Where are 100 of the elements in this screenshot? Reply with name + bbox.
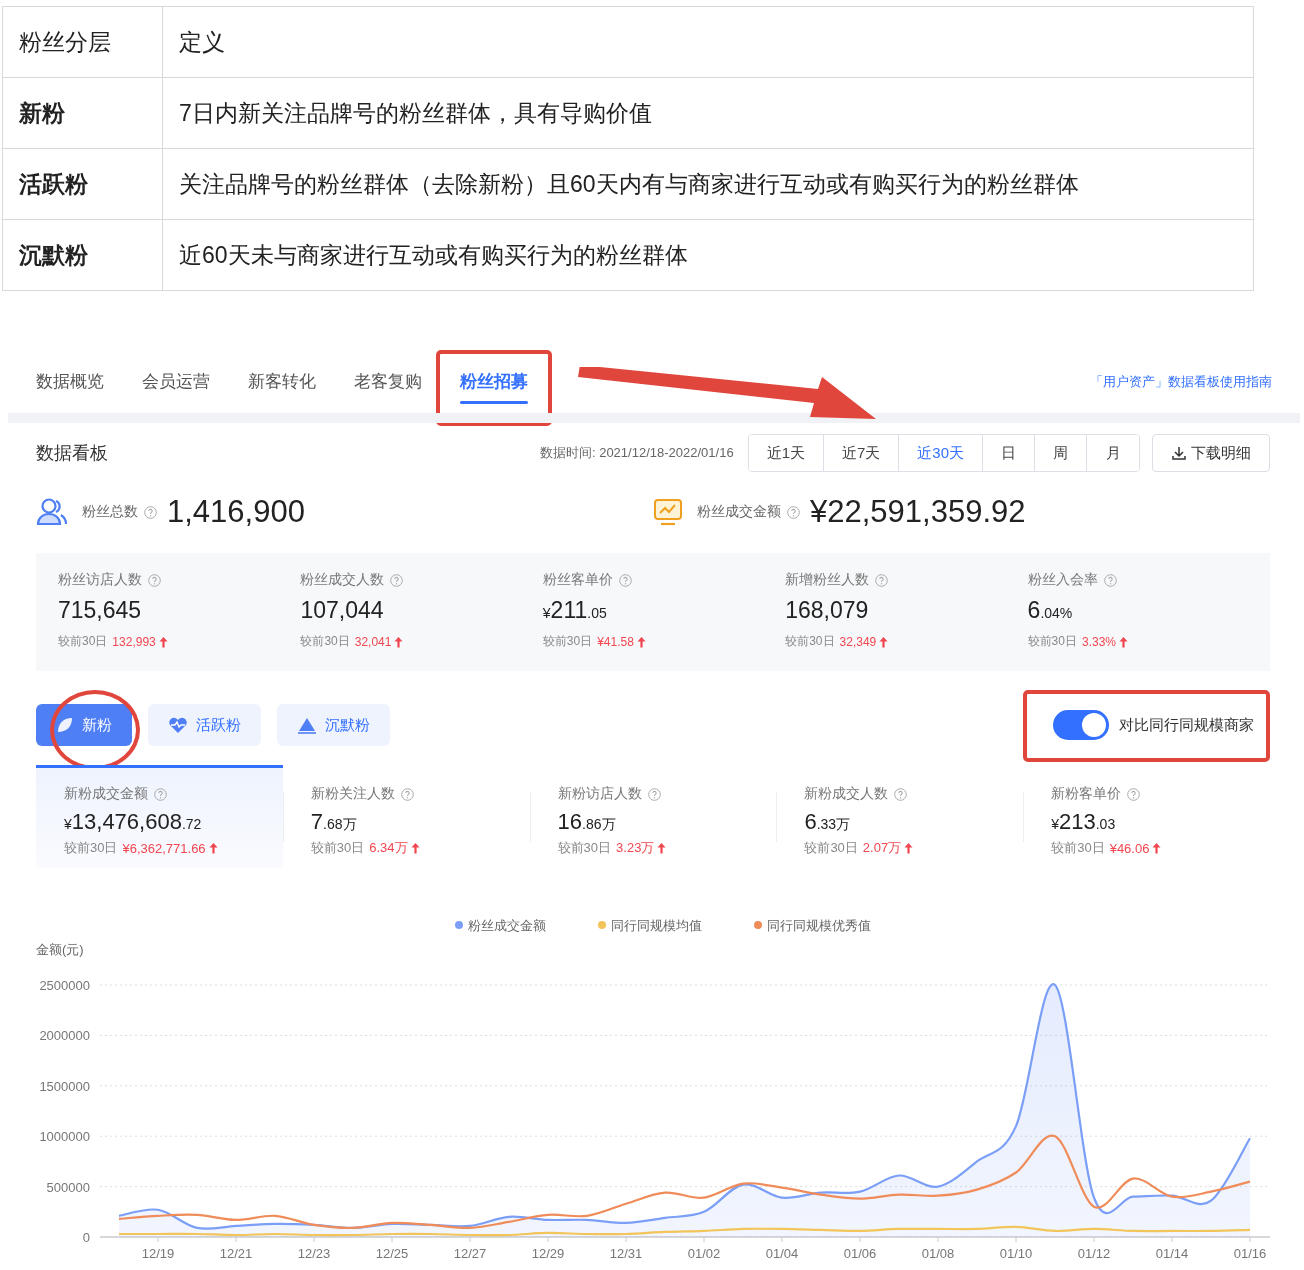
date-range-text: 数据时间: 2021/12/18-2022/01/16 bbox=[539, 444, 734, 462]
fan-metric-card[interactable]: 新粉成交金额 ¥13,476,608.72 较前30日 ¥6,362,771.66 bbox=[36, 765, 283, 868]
help-icon[interactable] bbox=[875, 573, 889, 587]
download-button[interactable]: 下载明细 bbox=[1152, 434, 1270, 472]
segment-tab[interactable]: 活跃粉 bbox=[148, 704, 261, 746]
table-cell: 7日内新关注品牌号的粉丝群体，具有导购价值 bbox=[162, 77, 1254, 149]
change-value: ¥41.58 bbox=[597, 634, 634, 649]
metric-label: 粉丝客单价 bbox=[542, 571, 613, 589]
metric-label: 粉丝成交人数 bbox=[300, 571, 385, 589]
fan-metric-card[interactable]: 新粉客单价 ¥213.03 较前30日 ¥46.06 bbox=[1023, 765, 1270, 868]
x-tick-label: 12/29 bbox=[531, 1246, 565, 1261]
y-tick-label: 0 bbox=[82, 1230, 90, 1245]
help-icon[interactable] bbox=[894, 787, 908, 801]
x-tick-label: 12/19 bbox=[141, 1246, 175, 1261]
compare-label: 较前30日 bbox=[310, 839, 365, 857]
metric-value: 16.86万 bbox=[557, 809, 617, 835]
help-icon[interactable] bbox=[144, 505, 157, 519]
metric-value: ¥213.03 bbox=[1051, 809, 1117, 835]
nav-tab[interactable]: 老客复购 bbox=[354, 352, 422, 412]
help-icon[interactable] bbox=[154, 787, 167, 801]
legend-item[interactable]: 粉丝成交金额 bbox=[455, 918, 546, 933]
y-tick-label: 500000 bbox=[46, 1179, 90, 1195]
fan-metric-card[interactable]: 新粉关注人数 7.68万 较前30日 6.34万 bbox=[282, 765, 530, 868]
compare-label: 较前30日 bbox=[785, 633, 835, 650]
x-tick-label: 01/16 bbox=[1233, 1246, 1267, 1261]
header-cell: 定义 bbox=[162, 6, 1254, 78]
help-icon[interactable] bbox=[148, 573, 161, 587]
summary-label: 粉丝总数 bbox=[82, 503, 138, 521]
up-arrow-icon bbox=[394, 635, 404, 648]
header-cell: 粉丝分层 bbox=[2, 6, 163, 78]
nav-tab[interactable]: 数据概览 bbox=[36, 352, 104, 412]
change-value: 2.07万 bbox=[862, 839, 902, 857]
help-icon[interactable] bbox=[647, 787, 661, 801]
y-tick-label: 1000000 bbox=[39, 1129, 90, 1145]
chart-icon bbox=[653, 497, 683, 527]
legend-item[interactable]: 同行同规模优秀值 bbox=[754, 918, 871, 933]
table-cell: 活跃粉 bbox=[2, 148, 163, 220]
fan-metric-card[interactable]: 新粉访店人数 16.86万 较前30日 3.23万 bbox=[529, 765, 777, 868]
up-arrow-icon bbox=[158, 635, 168, 648]
change-value: 3.23万 bbox=[616, 839, 655, 857]
legend-item[interactable]: 同行同规模均值 bbox=[598, 918, 702, 933]
change-value: 3.33% bbox=[1081, 634, 1116, 649]
x-tick-label: 01/08 bbox=[921, 1246, 955, 1261]
table-cell: 关注品牌号的粉丝群体（去除新粉）且60天内有与商家进行互动或有购买行为的粉丝群体 bbox=[162, 148, 1254, 220]
table-cell: 沉默粉 bbox=[2, 219, 163, 291]
x-tick-label: 12/23 bbox=[297, 1246, 331, 1261]
table-cell: 新粉 bbox=[2, 77, 163, 149]
compare-label: 较前30日 bbox=[300, 633, 350, 650]
compare-label: 较前30日 bbox=[804, 839, 858, 857]
x-tick-label: 01/04 bbox=[765, 1246, 799, 1261]
guide-link[interactable]: 「用户资产」数据看板使用指南 bbox=[1090, 373, 1272, 391]
fan-metric-card[interactable]: 新粉成交人数 6.33万 较前30日 2.07万 bbox=[776, 765, 1024, 868]
change-value: 6.34万 bbox=[369, 839, 408, 857]
up-arrow-icon bbox=[636, 635, 646, 648]
heart-icon bbox=[168, 716, 188, 734]
axis-title: 金额(元) bbox=[36, 942, 84, 957]
period-option[interactable]: 近1天 bbox=[748, 435, 824, 471]
up-arrow-icon bbox=[208, 842, 218, 854]
table-cell: 近60天未与商家进行互动或有购买行为的粉丝群体 bbox=[162, 219, 1254, 291]
compare-label: 较前30日 bbox=[64, 839, 118, 857]
summary-label: 粉丝成交金额 bbox=[697, 503, 781, 521]
mountain-icon bbox=[297, 716, 317, 734]
change-value: ¥6,362,771.66 bbox=[122, 840, 206, 856]
compare-label: 较前30日 bbox=[1027, 633, 1077, 650]
users-icon bbox=[36, 497, 68, 527]
up-arrow-icon bbox=[1119, 635, 1128, 648]
summary-value: ¥22,591,359.92 bbox=[810, 494, 1026, 530]
leaf-icon bbox=[56, 716, 74, 734]
metric-value: ¥13,476,608.72 bbox=[64, 809, 203, 835]
metric-value: 6.04% bbox=[1027, 597, 1074, 624]
nav-tab[interactable]: 粉丝招募 bbox=[460, 352, 528, 412]
nav-tab[interactable]: 新客转化 bbox=[248, 352, 316, 412]
metric-label: 粉丝入会率 bbox=[1027, 571, 1098, 589]
metric-value: 7.68万 bbox=[310, 809, 358, 835]
board-title: 数据看板 bbox=[36, 442, 108, 465]
help-icon[interactable] bbox=[400, 787, 414, 801]
change-value: ¥46.06 bbox=[1109, 840, 1150, 856]
up-arrow-icon bbox=[1152, 842, 1162, 854]
help-icon[interactable] bbox=[618, 573, 632, 587]
toggle-switch[interactable] bbox=[1053, 710, 1109, 740]
download-icon bbox=[1171, 445, 1187, 461]
segment-tab[interactable]: 沉默粉 bbox=[277, 704, 390, 746]
change-value: 32,041 bbox=[354, 634, 392, 649]
y-tick-label: 2500000 bbox=[39, 978, 90, 993]
nav-tab[interactable]: 会员运营 bbox=[142, 352, 210, 412]
help-icon[interactable] bbox=[390, 573, 404, 587]
metric-value: ¥211.05 bbox=[542, 597, 608, 624]
compare-label: 较前30日 bbox=[1051, 839, 1105, 857]
help-icon[interactable] bbox=[1127, 787, 1141, 801]
x-tick-label: 12/31 bbox=[609, 1246, 643, 1261]
toggle-label: 对比同行同规模商家 bbox=[1119, 715, 1254, 735]
y-tick-label: 2000000 bbox=[39, 1028, 90, 1044]
metric-label: 新粉成交金额 bbox=[64, 785, 148, 803]
up-arrow-icon bbox=[904, 842, 914, 854]
metric-value: 6.33万 bbox=[804, 809, 852, 835]
segment-tab[interactable]: 新粉 bbox=[36, 704, 132, 746]
change-value: 132,993 bbox=[112, 634, 156, 649]
help-icon[interactable] bbox=[787, 505, 800, 519]
metric-value: 168,079 bbox=[785, 597, 870, 624]
help-icon[interactable] bbox=[1103, 573, 1117, 587]
